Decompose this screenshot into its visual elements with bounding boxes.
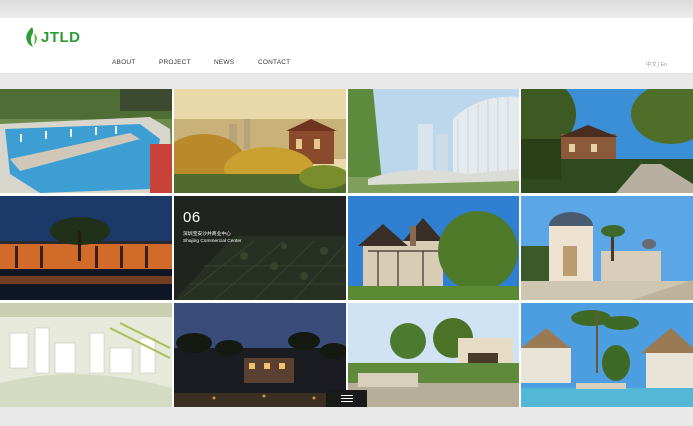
project-tile-featured[interactable]: 06 深圳宝安沙井商业中心 Shajing Commercial Center: [174, 196, 346, 300]
menu-icon-line: [340, 398, 353, 399]
tudor-house-image: [348, 196, 519, 300]
site-logo[interactable]: JTLD: [24, 27, 81, 47]
project-tile-tudor-house[interactable]: [348, 196, 519, 300]
logo-text: JTLD: [41, 28, 81, 46]
menu-icon-line: [340, 395, 353, 396]
lang-en[interactable]: En: [660, 62, 667, 68]
project-tile-modern-towers[interactable]: [348, 89, 519, 193]
menu-toggle-button[interactable]: [326, 390, 367, 407]
villa-autumn-image: [174, 89, 346, 193]
tropical-pool-image: [521, 303, 693, 407]
language-switch: 中文|En: [646, 60, 667, 68]
project-tile-garden-entrance[interactable]: [348, 303, 519, 407]
featured-number: 06: [183, 209, 201, 226]
night-resort-image: [0, 196, 172, 300]
nav-project[interactable]: PROJECT: [159, 59, 191, 66]
pool-garden-image: [0, 89, 172, 193]
top-band: [0, 0, 693, 18]
menu-icon-line: [340, 401, 353, 402]
city-model-image: [0, 303, 172, 407]
project-tile-manor-trees[interactable]: [521, 89, 693, 193]
nav-about[interactable]: ABOUT: [112, 59, 135, 66]
featured-caption: 06 深圳宝安沙井商业中心 Shajing Commercial Center: [183, 209, 242, 244]
domed-villa-image: [521, 196, 693, 300]
manor-trees-image: [521, 89, 693, 193]
modern-towers-image: [348, 89, 519, 193]
site-header: [0, 18, 693, 74]
garden-entrance-image: [348, 303, 519, 407]
project-tile-night-resort[interactable]: [0, 196, 172, 300]
project-tile-pool-garden[interactable]: [0, 89, 172, 193]
leaf-logo-icon: [26, 27, 37, 47]
featured-title-cn: 深圳宝安沙井商业中心: [183, 232, 231, 237]
project-tile-domed-villa[interactable]: [521, 196, 693, 300]
project-tile-villa-autumn[interactable]: [174, 89, 346, 193]
project-tile-tropical-pool[interactable]: [521, 303, 693, 407]
lang-cn[interactable]: 中文: [646, 62, 657, 68]
project-tile-city-model[interactable]: [0, 303, 172, 407]
nav-contact[interactable]: CONTACT: [258, 59, 290, 66]
project-grid: 06 深圳宝安沙井商业中心 Shajing Commercial Center: [0, 89, 693, 407]
featured-title-en: Shajing Commercial Center: [183, 239, 242, 244]
project-tile-night-palms[interactable]: [174, 303, 346, 407]
night-palms-image: [174, 303, 346, 407]
nav-news[interactable]: NEWS: [214, 59, 234, 66]
